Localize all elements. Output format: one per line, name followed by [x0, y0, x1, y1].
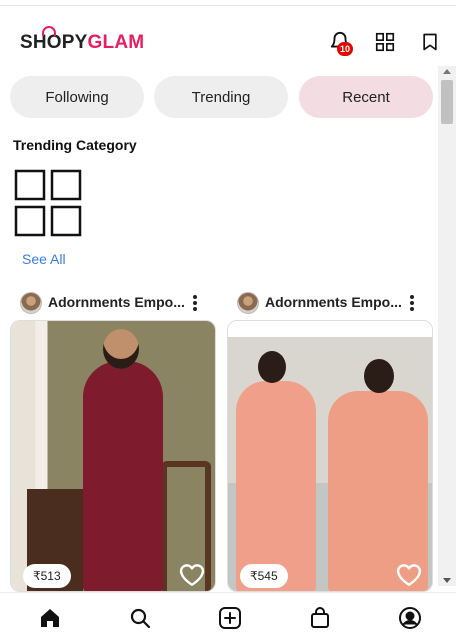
product-card[interactable]: ₹513 — [10, 320, 216, 592]
price-tag: ₹545 — [240, 564, 288, 588]
tab-label: Recent — [342, 88, 390, 106]
nav-add[interactable] — [218, 606, 242, 630]
avatar[interactable] — [20, 292, 42, 314]
app-header: SHOPYGLAM 10 — [0, 22, 456, 66]
like-button[interactable] — [179, 563, 205, 587]
grid-icon — [375, 32, 395, 52]
add-icon — [219, 607, 241, 629]
scrollbar[interactable] — [438, 66, 456, 586]
search-icon — [130, 608, 151, 629]
tab-recent[interactable]: Recent — [299, 76, 433, 118]
home-icon — [41, 609, 59, 627]
nav-profile[interactable] — [398, 606, 422, 630]
product-card[interactable]: ₹545 — [227, 320, 433, 592]
grid-icon — [14, 169, 82, 237]
category-item[interactable] — [14, 169, 82, 237]
post-seller-header: Adornments Empo... — [237, 291, 447, 315]
feed-tabs: Following Trending Recent — [10, 76, 434, 118]
product-image — [11, 321, 215, 591]
tab-label: Following — [45, 88, 109, 106]
profile-icon — [399, 607, 421, 629]
bag-icon — [311, 607, 329, 628]
top-border — [0, 0, 456, 6]
tab-label: Trending — [191, 88, 251, 106]
bookmark-button[interactable] — [418, 30, 442, 54]
avatar[interactable] — [237, 292, 259, 314]
scroll-up-arrow-icon[interactable] — [443, 69, 451, 74]
bottom-navigation — [0, 592, 456, 642]
heart-icon — [179, 564, 205, 586]
scrollbar-thumb[interactable] — [441, 80, 453, 124]
post-seller-header: Adornments Empo... — [20, 291, 230, 315]
see-all-link[interactable]: See All — [22, 251, 66, 267]
notification-badge: 10 — [337, 42, 353, 56]
app-logo[interactable]: SHOPYGLAM — [20, 26, 145, 54]
grid-view-button[interactable] — [373, 30, 397, 54]
tab-trending[interactable]: Trending — [154, 76, 288, 118]
bookmark-icon — [423, 33, 437, 51]
logo-text-glam: GLAM — [87, 32, 145, 53]
nav-bag[interactable] — [308, 606, 332, 630]
heart-icon — [396, 564, 422, 586]
seller-name[interactable]: Adornments Empo... — [48, 294, 185, 310]
tab-following[interactable]: Following — [10, 76, 144, 118]
seller-name[interactable]: Adornments Empo... — [265, 294, 402, 310]
trending-category-title: Trending Category — [13, 137, 137, 153]
more-options-icon[interactable] — [190, 294, 200, 312]
nav-home[interactable] — [38, 606, 62, 630]
like-button[interactable] — [396, 563, 422, 587]
price-tag: ₹513 — [23, 564, 71, 588]
more-options-icon[interactable] — [407, 294, 417, 312]
product-image — [228, 321, 432, 591]
scroll-down-arrow-icon[interactable] — [443, 578, 451, 583]
logo-bag-icon — [42, 26, 56, 36]
nav-search[interactable] — [128, 606, 152, 630]
